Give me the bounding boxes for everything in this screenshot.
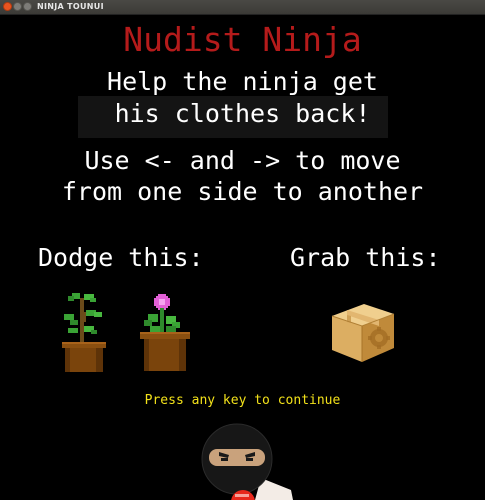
subtitle-line-2: his clothes back! — [114, 99, 371, 128]
maximize-window-button[interactable] — [23, 2, 32, 11]
minimize-window-button[interactable] — [13, 2, 22, 11]
package-box-icon — [331, 304, 395, 362]
flower-pot-icon — [140, 294, 190, 371]
continue-prompt: Press any key to continue — [144, 393, 341, 408]
window-title: NINJA TOUNUI — [37, 2, 104, 11]
subtitle-line-1: Help the ninja get — [107, 67, 378, 96]
potted-plant-icon — [62, 293, 106, 372]
ninja-head-icon — [201, 423, 293, 500]
instructions-line-2: from one side to another — [61, 177, 424, 206]
game-title: Nudist Ninja — [123, 20, 362, 59]
instructions-line-1: Use <- and -> to move — [84, 146, 401, 175]
window-titlebar: NINJA TOUNUI — [0, 0, 485, 15]
grab-label: Grab this: — [290, 243, 441, 272]
game-window[interactable]: NINJA TOUNUI Nudist Ninja Help the ninja… — [0, 0, 485, 500]
dodge-label: Dodge this: — [38, 243, 204, 272]
close-window-button[interactable] — [3, 2, 12, 11]
